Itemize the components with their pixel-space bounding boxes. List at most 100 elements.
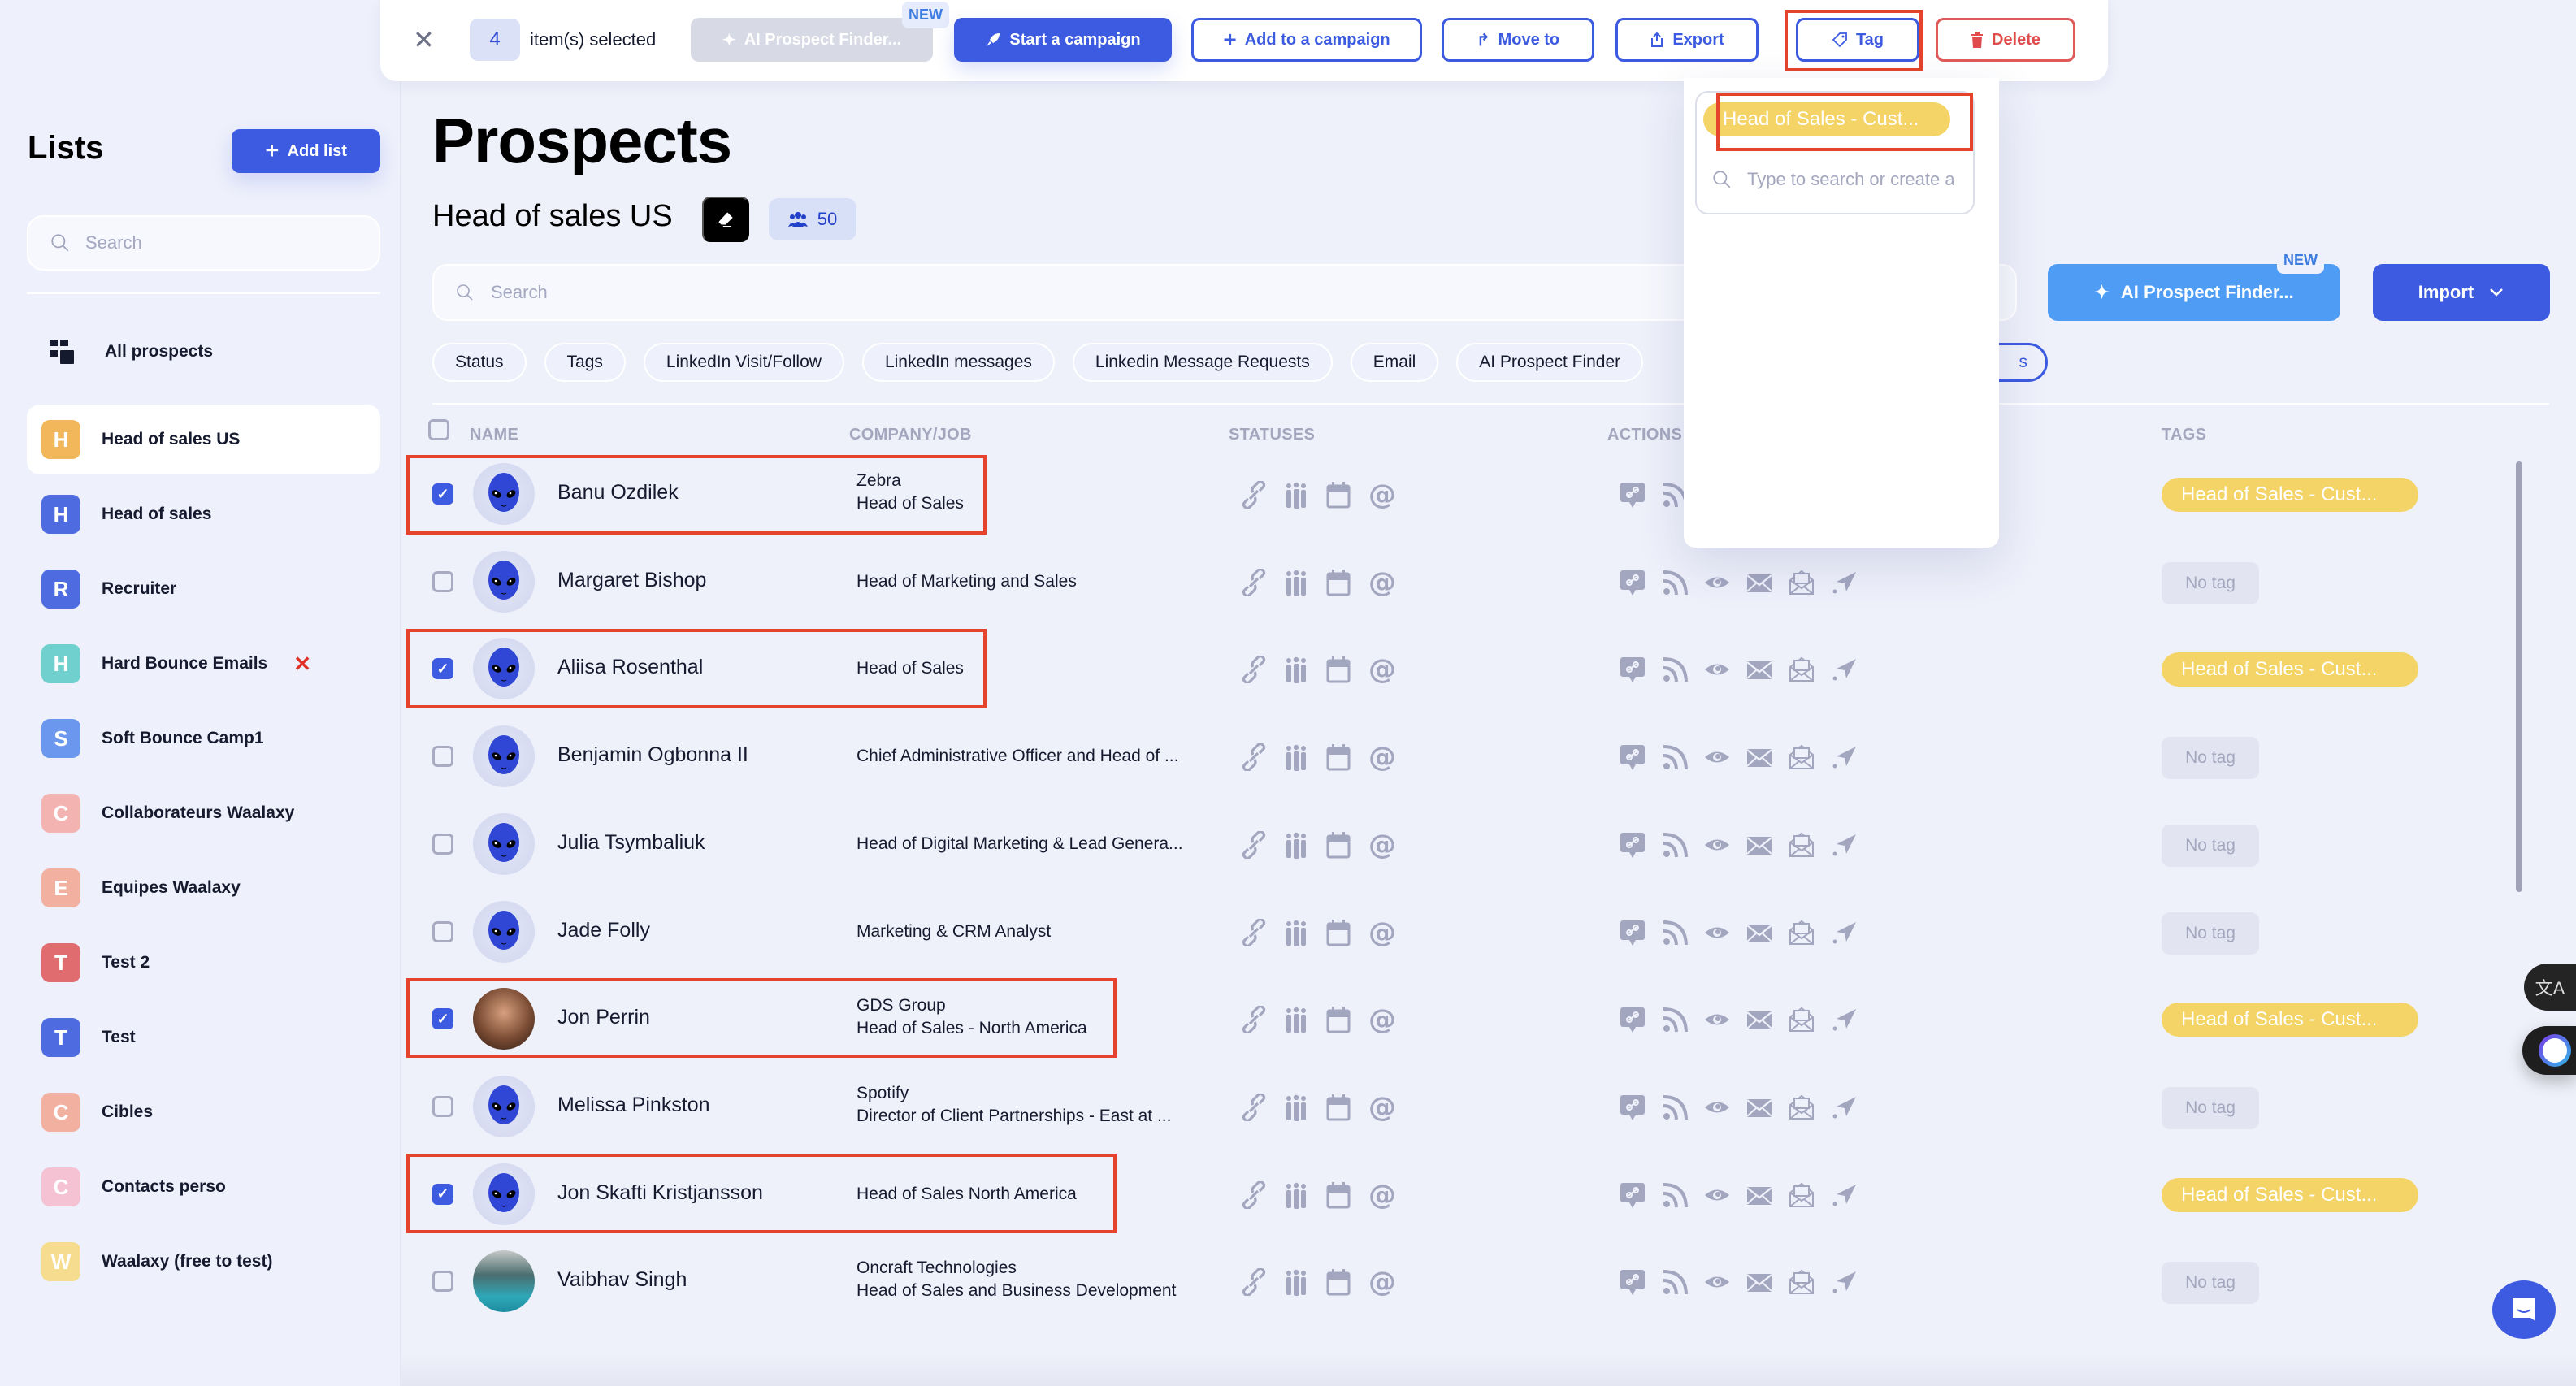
calendar-icon[interactable] [1323,1004,1354,1035]
no-tag-badge[interactable]: No tag [2162,1262,2259,1305]
list-search-field[interactable] [27,215,380,271]
email-open-icon[interactable] [1786,567,1817,598]
no-tag-badge[interactable]: No tag [2162,737,2259,780]
relation-status-icon[interactable] [1281,1092,1312,1123]
follow-icon[interactable] [1659,1267,1690,1297]
visit-icon[interactable] [1702,1267,1733,1297]
table-row[interactable]: Melissa Pinkston Spotify Director of Clie… [432,1063,2513,1150]
filter-chip[interactable]: Tags [544,343,626,382]
email-status-icon[interactable]: @ [1365,654,1396,685]
follow-icon[interactable] [1659,654,1690,685]
visit-icon[interactable] [1702,1092,1733,1123]
column-header-name[interactable]: NAME [470,426,518,444]
relation-status-icon[interactable] [1281,1267,1312,1297]
linkedin-invitation-icon[interactable] [1617,654,1648,685]
sidebar-list-item[interactable]: H Head of sales US [27,405,380,474]
filter-chip[interactable]: Linkedin Message Requests [1072,343,1333,382]
row-checkbox[interactable] [432,746,453,768]
relation-status-icon[interactable] [1281,742,1312,773]
linkedin-connection-icon[interactable] [1238,1267,1269,1297]
follow-icon[interactable] [1659,1092,1690,1123]
table-row[interactable]: Banu Ozdilek Zebra Head of Sales @ Head of … [432,450,2513,538]
avatar-photo[interactable] [473,988,535,1050]
tag-badge[interactable]: Head of Sales - Cust... [2162,1003,2418,1037]
send-icon[interactable] [1828,917,1859,948]
email-status-icon[interactable]: @ [1365,742,1396,773]
filter-chip[interactable]: LinkedIn messages [861,343,1055,382]
message-icon[interactable] [1744,829,1775,860]
linkedin-invitation-icon[interactable] [1617,829,1648,860]
linkedin-connection-icon[interactable] [1238,829,1269,860]
relation-status-icon[interactable] [1281,917,1312,948]
table-row[interactable]: Jon Perrin GDS Group Head of Sales - Nort… [432,975,2513,1063]
email-open-icon[interactable] [1786,742,1817,773]
visit-icon[interactable] [1702,742,1733,773]
move-to-button[interactable]: ↱ Move to [1442,18,1594,62]
tag-option[interactable]: Head of Sales - Cust... [1703,102,1950,136]
calendar-icon[interactable] [1323,917,1354,948]
email-status-icon[interactable]: @ [1365,567,1396,598]
row-checkbox[interactable] [432,658,453,680]
visit-icon[interactable] [1702,917,1733,948]
row-checkbox[interactable] [432,1183,453,1205]
visit-icon[interactable] [1702,567,1733,598]
prospect-name[interactable]: Jon Skafti Kristjansson [557,1181,763,1205]
prospect-name[interactable]: Jon Perrin [557,1006,650,1029]
message-icon[interactable] [1744,1180,1775,1211]
message-icon[interactable] [1744,567,1775,598]
tag-badge[interactable]: Head of Sales - Cust... [2162,478,2418,512]
no-tag-badge[interactable]: No tag [2162,824,2259,867]
sidebar-list-item[interactable]: R Recruiter [27,554,380,624]
table-row[interactable]: Aliisa Rosenthal Head of Sales @ Head of S… [432,625,2513,712]
calendar-icon[interactable] [1323,1180,1354,1211]
prospect-name[interactable]: Julia Tsymbaliuk [557,831,705,855]
calendar-icon[interactable] [1323,1092,1354,1123]
email-open-icon[interactable] [1786,1004,1817,1035]
sidebar-list-item[interactable]: H Hard Bounce Emails ✕ [27,629,380,699]
table-row[interactable]: Vaibhav Singh Oncraft Technologies Head o… [432,1237,2513,1325]
sidebar-list-item[interactable]: T Test 2 [27,928,380,998]
add-to-campaign-button[interactable]: + Add to a campaign [1191,18,1422,62]
row-checkbox[interactable] [432,1008,453,1030]
sidebar-list-item[interactable]: H Head of sales [27,479,380,549]
email-open-icon[interactable] [1786,829,1817,860]
relation-status-icon[interactable] [1281,1180,1312,1211]
avatar[interactable] [473,463,535,525]
visit-icon[interactable] [1702,1004,1733,1035]
email-open-icon[interactable] [1786,1180,1817,1211]
sidebar-list-item[interactable]: T Test [27,1003,380,1072]
table-scrollbar[interactable] [2516,461,2522,892]
prospect-name[interactable]: Benjamin Ogbonna II [557,743,748,767]
clear-list-button[interactable] [702,197,749,242]
linkedin-invitation-icon[interactable] [1617,1267,1648,1297]
import-button[interactable]: Import [2373,264,2550,321]
avatar[interactable] [473,725,535,788]
visit-icon[interactable] [1702,654,1733,685]
linkedin-invitation-icon[interactable] [1617,1180,1648,1211]
follow-icon[interactable] [1659,742,1690,773]
avatar[interactable] [473,900,535,963]
linkedin-connection-icon[interactable] [1238,1092,1269,1123]
chat-support-button[interactable] [2492,1280,2556,1339]
calendar-icon[interactable] [1323,742,1354,773]
sidebar-list-item[interactable]: C Collaborateurs Waalaxy [27,778,380,848]
send-icon[interactable] [1828,1004,1859,1035]
avatar[interactable] [473,812,535,875]
prospect-name[interactable]: Vaibhav Singh [557,1268,687,1292]
email-open-icon[interactable] [1786,1092,1817,1123]
tag-badge[interactable]: Head of Sales - Cust... [2162,652,2418,687]
column-header-company[interactable]: COMPANY/JOB [849,426,972,444]
visit-icon[interactable] [1702,1180,1733,1211]
visit-icon[interactable] [1702,829,1733,860]
prospect-name[interactable]: Melissa Pinkston [557,1094,710,1117]
linkedin-connection-icon[interactable] [1238,567,1269,598]
relation-status-icon[interactable] [1281,1004,1312,1035]
email-status-icon[interactable]: @ [1365,1180,1396,1211]
table-row[interactable]: Julia Tsymbaliuk Head of Digital Marketi… [432,800,2513,888]
linkedin-invitation-icon[interactable] [1617,1004,1648,1035]
send-icon[interactable] [1828,654,1859,685]
follow-icon[interactable] [1659,829,1690,860]
avatar-photo[interactable] [473,1250,535,1313]
sidebar-list-item[interactable]: C Contacts perso [27,1152,380,1222]
email-status-icon[interactable]: @ [1365,1092,1396,1123]
